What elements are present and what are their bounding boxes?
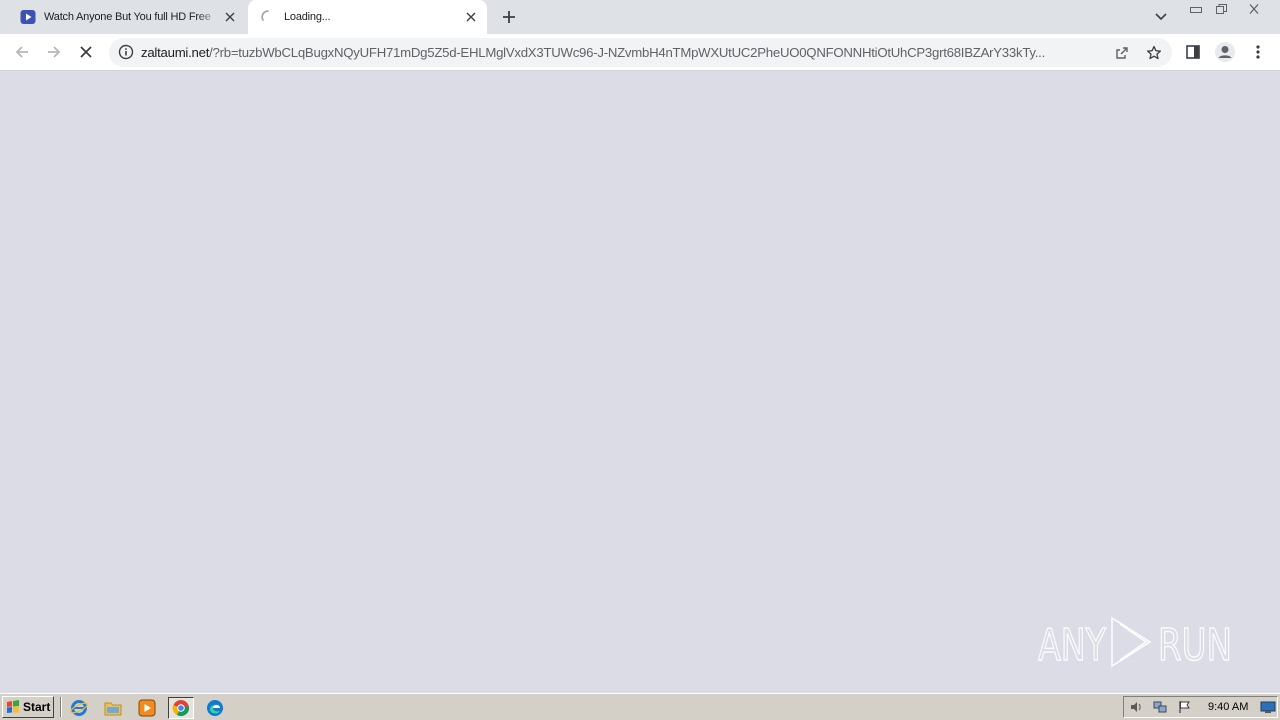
- close-window-button[interactable]: [1242, 1, 1266, 17]
- menu-button[interactable]: [1246, 40, 1270, 64]
- network-tray[interactable]: [1152, 699, 1168, 715]
- flag-icon: [1179, 701, 1190, 713]
- tab-search-button[interactable]: [1151, 8, 1171, 26]
- url-domain: zaltaumi.net: [141, 45, 210, 60]
- close-icon: [1249, 4, 1259, 14]
- taskbar-clock[interactable]: 9:40 AM: [1208, 701, 1248, 713]
- media-player-icon: [138, 699, 156, 717]
- url-text[interactable]: zaltaumi.net/?rb=tuzbWbCLqBugxNQyUFH71mD…: [141, 45, 1103, 60]
- show-desktop-button[interactable]: [1260, 699, 1276, 715]
- forward-button[interactable]: [42, 40, 66, 64]
- tab-close-icon[interactable]: [463, 9, 479, 25]
- back-button[interactable]: [10, 40, 34, 64]
- browser-toolbar: zaltaumi.net/?rb=tuzbWbCLqBugxNQyUFH71mD…: [0, 34, 1280, 71]
- info-icon[interactable]: [118, 44, 134, 60]
- stop-loading-button[interactable]: [74, 40, 98, 64]
- avatar-icon: [1215, 42, 1235, 62]
- chrome-icon: [172, 700, 190, 716]
- start-label: Start: [23, 700, 51, 714]
- taskbar-separator: [60, 697, 62, 717]
- plus-icon: [503, 11, 515, 23]
- arrow-right-icon: [48, 46, 61, 58]
- taskbar-chrome[interactable]: [168, 697, 194, 719]
- profile-button[interactable]: [1213, 40, 1237, 64]
- minimize-icon: [1190, 7, 1202, 13]
- windows-flag-icon: [7, 700, 19, 713]
- more-vert-icon: [1256, 45, 1260, 59]
- taskbar-file-explorer[interactable]: [102, 697, 124, 719]
- taskbar-internet-explorer[interactable]: [68, 697, 90, 719]
- folder-icon: [104, 702, 122, 716]
- taskbar-edge[interactable]: [204, 697, 226, 719]
- arrow-left-icon: [15, 46, 28, 58]
- loading-spinner-icon: [261, 10, 269, 21]
- address-bar[interactable]: zaltaumi.net/?rb=tuzbWbCLqBugxNQyUFH71mD…: [109, 38, 1172, 67]
- page-content: ANY RUN: [0, 72, 1280, 692]
- bookmark-button[interactable]: [1145, 44, 1163, 62]
- side-panel-icon: [1186, 45, 1200, 59]
- video-player-icon: [20, 10, 36, 24]
- start-button[interactable]: Start: [2, 696, 54, 718]
- side-panel-button[interactable]: [1181, 40, 1205, 64]
- internet-explorer-icon: [70, 700, 88, 716]
- share-icon: [1116, 47, 1128, 59]
- speaker-icon: [1131, 702, 1141, 712]
- volume-tray[interactable]: [1128, 699, 1144, 715]
- tab-close-icon[interactable]: [222, 9, 238, 25]
- share-button[interactable]: [1113, 44, 1131, 62]
- watermark-run-text: RUN: [1158, 620, 1232, 671]
- url-path: /?rb=tuzbWbCLqBugxNQyUFH71mDg5Z5d-EHLMgl…: [209, 45, 1045, 60]
- system-tray: 9:40 AM: [1123, 696, 1278, 718]
- action-center-tray[interactable]: [1176, 699, 1192, 715]
- tab-title: Loading...: [284, 11, 331, 23]
- restore-button[interactable]: [1209, 1, 1233, 17]
- stop-icon: [80, 46, 92, 58]
- tab-title: Watch Anyone But You full HD Free: [44, 11, 211, 23]
- anyrun-watermark: ANY RUN: [1038, 616, 1233, 672]
- taskbar: Start 9:40 AM: [0, 693, 1280, 720]
- watermark-any-text: ANY: [1038, 620, 1106, 671]
- minimize-button[interactable]: [1184, 1, 1208, 17]
- taskbar-media-player[interactable]: [136, 697, 158, 719]
- tab-watch-movie[interactable]: Watch Anyone But You full HD Free: [8, 0, 246, 34]
- tab-loading[interactable]: Loading...: [248, 0, 487, 34]
- star-icon: [1146, 45, 1162, 60]
- desktop-icon: [1260, 701, 1276, 713]
- network-icon: [1153, 701, 1167, 713]
- chevron-down-icon: [1155, 13, 1167, 21]
- edge-icon: [207, 700, 223, 716]
- new-tab-button[interactable]: [499, 7, 519, 27]
- play-triangle-icon: [1111, 616, 1152, 668]
- restore-icon: [1216, 4, 1227, 14]
- tab-strip: Watch Anyone But You full HD Free Loadin…: [0, 0, 1280, 34]
